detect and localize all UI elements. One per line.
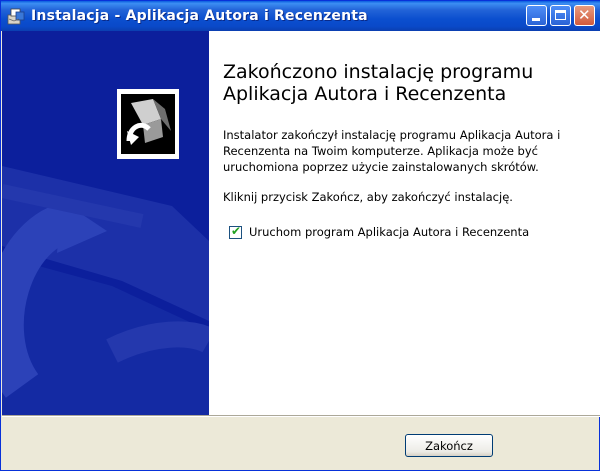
page-title-line1: Zakończono instalację programu — [223, 61, 534, 83]
finish-instruction: Kliknij przycisk Zakończ, aby zakończyć … — [223, 190, 513, 204]
minimize-icon — [532, 18, 540, 21]
run-program-label[interactable]: Uruchom program Aplikacja Autora i Recen… — [249, 225, 529, 239]
wizard-content: Zakończono instalację programu Aplikacja… — [209, 31, 600, 415]
minimize-button[interactable] — [526, 5, 547, 26]
footer-separator — [2, 415, 600, 417]
page-title-line2: Aplikacja Autora i Recenzenta — [223, 83, 507, 105]
installer-icon — [7, 7, 25, 25]
wizard-side-panel — [2, 31, 209, 415]
finish-button[interactable]: Zakończ — [405, 434, 493, 457]
page-title: Zakończono instalację programu Aplikacja… — [223, 61, 593, 105]
title-bar[interactable]: Instalacja - Aplikacja Autora i Recenzen… — [1, 1, 600, 31]
maximize-icon — [555, 10, 566, 20]
maximize-button[interactable] — [550, 5, 571, 26]
checkmark-icon: ✔ — [231, 223, 242, 238]
window-title: Instalacja - Aplikacja Autora i Recenzen… — [31, 8, 368, 24]
run-program-option[interactable]: ✔ Uruchom program Aplikacja Autora i Rec… — [229, 223, 529, 239]
close-icon: ✕ — [578, 6, 591, 24]
installer-logo — [117, 89, 179, 159]
finish-description: Instalator zakończył instalację programu… — [223, 128, 561, 174]
run-program-checkbox[interactable]: ✔ — [229, 223, 242, 239]
close-button[interactable]: ✕ — [574, 5, 595, 26]
installer-window: Instalacja - Aplikacja Autora i Recenzen… — [0, 0, 600, 471]
